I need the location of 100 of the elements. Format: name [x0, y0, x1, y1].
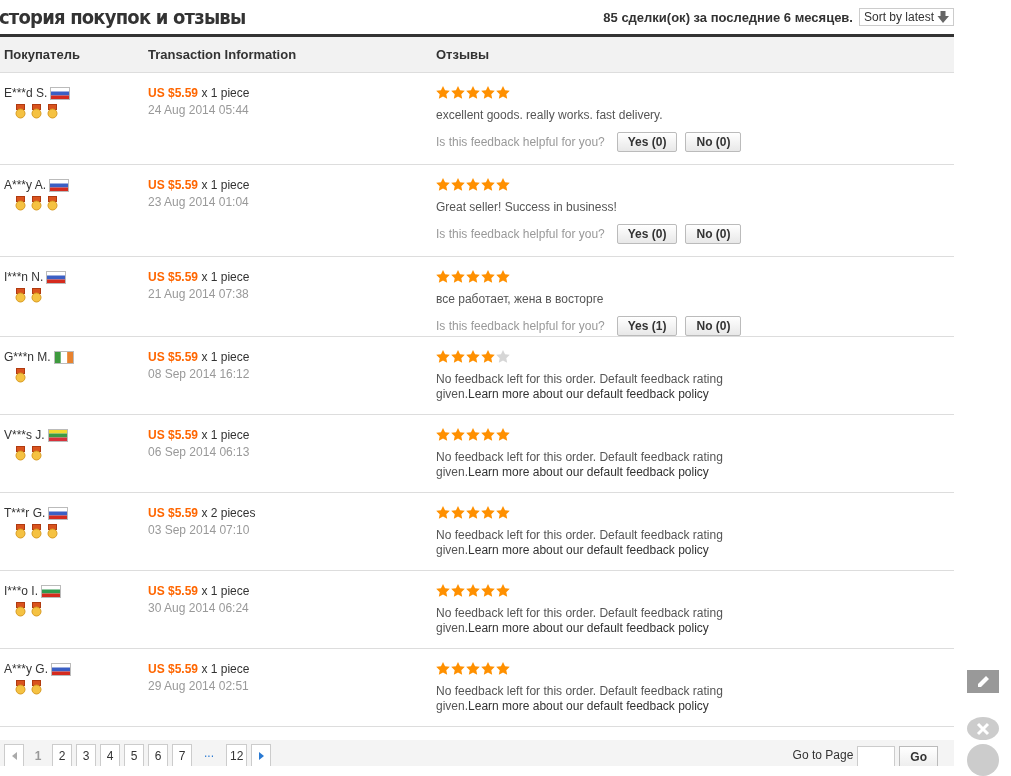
star-icon	[496, 270, 510, 283]
go-button[interactable]: Go	[899, 746, 938, 766]
triangle-right-icon	[258, 751, 264, 760]
star-icon	[481, 86, 495, 99]
transaction-amount: US $5.59 x 2 pieces	[148, 505, 257, 521]
medal-icon	[15, 602, 26, 617]
star-icon	[436, 662, 450, 675]
feedback-policy-link[interactable]: Learn more about our default feedback policy	[468, 387, 709, 401]
medal-icon	[47, 104, 58, 119]
medal-icon	[15, 196, 26, 211]
medal-icon	[31, 196, 42, 211]
page-button[interactable]: 3	[76, 744, 96, 766]
helpful-question: Is this feedback helpful for you?	[436, 135, 605, 149]
no-button[interactable]: No (0)	[685, 132, 742, 152]
buyer-name: I***n N.	[4, 270, 44, 284]
star-icon	[451, 86, 465, 99]
medal-icon	[15, 104, 26, 119]
medal-icon	[31, 104, 42, 119]
no-button[interactable]: No (0)	[685, 224, 742, 244]
feedback-policy-link[interactable]: Learn more about our default feedback policy	[468, 621, 709, 635]
default-feedback-note: No feedback left for this order. Default feedback rating given.Learn more about our default feedback policy	[436, 372, 724, 402]
no-button[interactable]: No (0)	[685, 316, 742, 336]
page-button[interactable]: 5	[124, 744, 144, 766]
medal-icon	[31, 524, 42, 539]
page-button[interactable]: 6	[148, 744, 168, 766]
yes-button[interactable]: Yes (0)	[616, 224, 678, 244]
yes-button[interactable]: Yes (0)	[616, 132, 678, 152]
page-ellipsis: ...	[203, 746, 215, 762]
star-icon	[451, 506, 465, 519]
medal-icon	[15, 368, 26, 383]
star-icon	[466, 428, 480, 441]
star-icon	[466, 86, 480, 99]
next-page-button[interactable]	[251, 744, 272, 766]
buyer-name: E***d S.	[4, 86, 48, 100]
column-header: Покупатель	[3, 47, 81, 62]
page-button[interactable]: 7	[172, 744, 192, 766]
star-icon	[466, 506, 480, 519]
transaction-amount: US $5.59 x 1 piece	[148, 661, 251, 677]
flag-icon	[46, 270, 67, 284]
default-feedback-note: No feedback left for this order. Default feedback rating given.Learn more about our default feedback policy	[436, 606, 724, 636]
close-button[interactable]	[966, 717, 999, 740]
flag-icon	[48, 506, 69, 520]
go-to-page-label: Go to Page	[792, 748, 854, 764]
medal-icon	[15, 680, 26, 695]
buyer-name: A***y A.	[4, 178, 47, 192]
flag-icon	[49, 178, 70, 192]
star-icon	[436, 506, 450, 519]
flag-icon	[41, 584, 62, 598]
buyer-name: I***o I.	[4, 584, 39, 598]
medal-icon	[31, 446, 42, 461]
default-feedback-note: No feedback left for this order. Default feedback rating given.Learn more about our default feedback policy	[436, 684, 724, 714]
transaction-amount: US $5.59 x 1 piece	[148, 177, 251, 193]
star-icon	[496, 178, 510, 191]
transaction-date: 24 Aug 2014 05:44	[148, 102, 250, 119]
triangle-left-icon	[11, 751, 17, 760]
medal-icon	[31, 602, 42, 617]
medal-icon	[47, 524, 58, 539]
flag-icon	[47, 428, 68, 442]
star-icon	[466, 178, 480, 191]
page-button[interactable]: 4	[100, 744, 120, 766]
transaction-amount: US $5.59 x 1 piece	[148, 269, 251, 285]
star-icon	[496, 350, 510, 363]
page-button[interactable]: 12	[226, 744, 248, 766]
medal-icon	[15, 524, 26, 539]
edit-button[interactable]	[966, 670, 999, 693]
buyer-name: G***n M.	[4, 350, 51, 364]
medal-icon	[47, 196, 58, 211]
medal-icon	[15, 446, 26, 461]
yes-button[interactable]: Yes (1)	[616, 316, 678, 336]
feedback-policy-link[interactable]: Learn more about our default feedback policy	[468, 699, 709, 713]
feedback-policy-link[interactable]: Learn more about our default feedback policy	[468, 543, 709, 557]
default-feedback-note: No feedback left for this order. Default feedback rating given.Learn more about our default feedback policy	[436, 528, 724, 558]
star-icon	[436, 428, 450, 441]
star-icon	[481, 270, 495, 283]
page-button[interactable]: 2	[52, 744, 72, 766]
arrow-down-icon	[937, 11, 949, 23]
star-icon	[451, 270, 465, 283]
star-icon	[481, 178, 495, 191]
sort-button[interactable]: Sort by latest	[858, 8, 954, 26]
star-icon	[496, 86, 510, 99]
star-icon	[496, 428, 510, 441]
transaction-amount: US $5.59 x 1 piece	[148, 427, 251, 443]
medal-icon	[31, 288, 42, 303]
star-icon	[436, 178, 450, 191]
pencil-icon	[975, 674, 990, 689]
buyer-name: A***y G.	[4, 662, 48, 676]
round-button[interactable]	[966, 744, 999, 776]
transaction-date: 06 Sep 2014 06:13	[148, 444, 251, 461]
star-icon	[451, 662, 465, 675]
buyer-name: V***s J.	[4, 428, 45, 442]
star-icon	[481, 350, 495, 363]
section-title: стория покупок и отзывы	[0, 5, 246, 29]
transaction-date: 03 Sep 2014 07:10	[148, 522, 251, 539]
flag-icon	[50, 86, 71, 100]
feedback-policy-link[interactable]: Learn more about our default feedback policy	[468, 465, 709, 479]
star-icon	[466, 662, 480, 675]
page-number-field[interactable]	[857, 746, 896, 766]
star-icon	[496, 506, 510, 519]
star-icon	[436, 86, 450, 99]
star-icon	[451, 428, 465, 441]
